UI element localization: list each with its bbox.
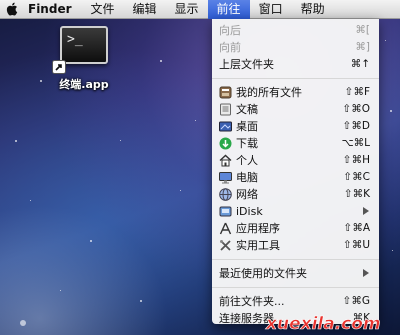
menu-item-shortcut: ⌘[ <box>355 24 370 36</box>
home-icon <box>219 154 232 167</box>
watermark-text: xuexila.com <box>265 314 381 334</box>
menu-item-shortcut: ⌘] <box>355 41 370 53</box>
menu-item-enclosing-folder[interactable]: 上层文件夹 ⌘↑ <box>212 56 379 73</box>
go-menu-dropdown: 向后 ⌘[ 向前 ⌘] 上层文件夹 ⌘↑ 我的所有文件 ⇧⌘F 文稿 ⇧⌘O 桌… <box>212 19 379 325</box>
menu-separator <box>212 287 379 288</box>
watermark: xuexila.com <box>265 314 381 335</box>
terminal-prompt: >_ <box>67 32 83 47</box>
idisk-icon <box>219 205 232 218</box>
menu-item-shortcut: ⌘↑ <box>350 58 370 70</box>
menu-item-shortcut: ⇧⌘F <box>344 86 370 98</box>
menu-item-shortcut: ⇧⌘K <box>343 188 370 200</box>
network-icon <box>219 188 232 201</box>
menu-finder[interactable]: Finder <box>22 0 82 19</box>
applications-icon <box>219 222 232 235</box>
menu-item-computer[interactable]: 电脑 ⇧⌘C <box>212 169 379 186</box>
menu-item-shortcut: ⌥⌘L <box>341 137 370 149</box>
menu-item-idisk[interactable]: iDisk <box>212 203 379 220</box>
menu-separator <box>212 259 379 260</box>
menu-item-shortcut: ⇧⌘C <box>343 171 370 183</box>
menu-item-desktop[interactable]: 桌面 ⇧⌘D <box>212 118 379 135</box>
menu-view[interactable]: 显示 <box>166 0 208 19</box>
menu-item-shortcut: ⇧⌘D <box>342 120 370 132</box>
menu-item-recent-folders[interactable]: 最近使用的文件夹 <box>212 265 379 282</box>
apple-logo-icon[interactable] <box>2 0 22 19</box>
menu-bar: Finder 文件 编辑 显示 前往 窗口 帮助 <box>0 0 400 19</box>
menu-item-label: 向前 <box>219 41 241 54</box>
downloads-icon <box>219 137 232 150</box>
menu-file[interactable]: 文件 <box>82 0 124 19</box>
menu-item-go-to-folder[interactable]: 前往文件夹... ⇧⌘G <box>212 293 379 310</box>
submenu-arrow-icon <box>363 269 369 277</box>
menu-separator <box>212 78 379 79</box>
menu-item-label: 向后 <box>219 24 241 37</box>
menu-window[interactable]: 窗口 <box>250 0 292 19</box>
menu-help[interactable]: 帮助 <box>292 0 334 19</box>
computer-icon <box>219 171 232 184</box>
submenu-arrow-icon <box>363 207 369 215</box>
all-my-files-icon <box>219 86 232 99</box>
menu-item-shortcut: ⇧⌘H <box>342 154 370 166</box>
menu-go[interactable]: 前往 <box>207 0 250 19</box>
desktop-icon-label: 终端.app <box>59 78 109 91</box>
terminal-icon[interactable]: >_ <box>52 26 108 74</box>
documents-icon <box>219 103 232 116</box>
alias-arrow-icon <box>52 60 66 74</box>
menu-item-all-my-files[interactable]: 我的所有文件 ⇧⌘F <box>212 84 379 101</box>
menu-item-shortcut: ⇧⌘U <box>343 239 370 251</box>
menu-item-label: 最近使用的文件夹 <box>219 267 307 280</box>
menu-item-label: iDisk <box>236 205 263 218</box>
desktop-terminal-app[interactable]: >_ 终端.app <box>52 22 116 92</box>
menu-item-forward[interactable]: 向前 ⌘] <box>212 39 379 56</box>
utilities-icon <box>219 239 232 252</box>
menu-item-applications[interactable]: 应用程序 ⇧⌘A <box>212 220 379 237</box>
menu-item-shortcut: ⇧⌘A <box>343 222 370 234</box>
menu-item-shortcut: ⇧⌘O <box>342 103 370 115</box>
menu-item-downloads[interactable]: 下载 ⌥⌘L <box>212 135 379 152</box>
menu-item-network[interactable]: 网络 ⇧⌘K <box>212 186 379 203</box>
menu-edit[interactable]: 编辑 <box>124 0 166 19</box>
menu-item-shortcut: ⇧⌘G <box>342 295 370 307</box>
menu-item-documents[interactable]: 文稿 ⇧⌘O <box>212 101 379 118</box>
desktop-icon <box>219 120 232 133</box>
menu-item-utilities[interactable]: 实用工具 ⇧⌘U <box>212 237 379 254</box>
menu-item-back[interactable]: 向后 ⌘[ <box>212 22 379 39</box>
menu-item-home[interactable]: 个人 ⇧⌘H <box>212 152 379 169</box>
